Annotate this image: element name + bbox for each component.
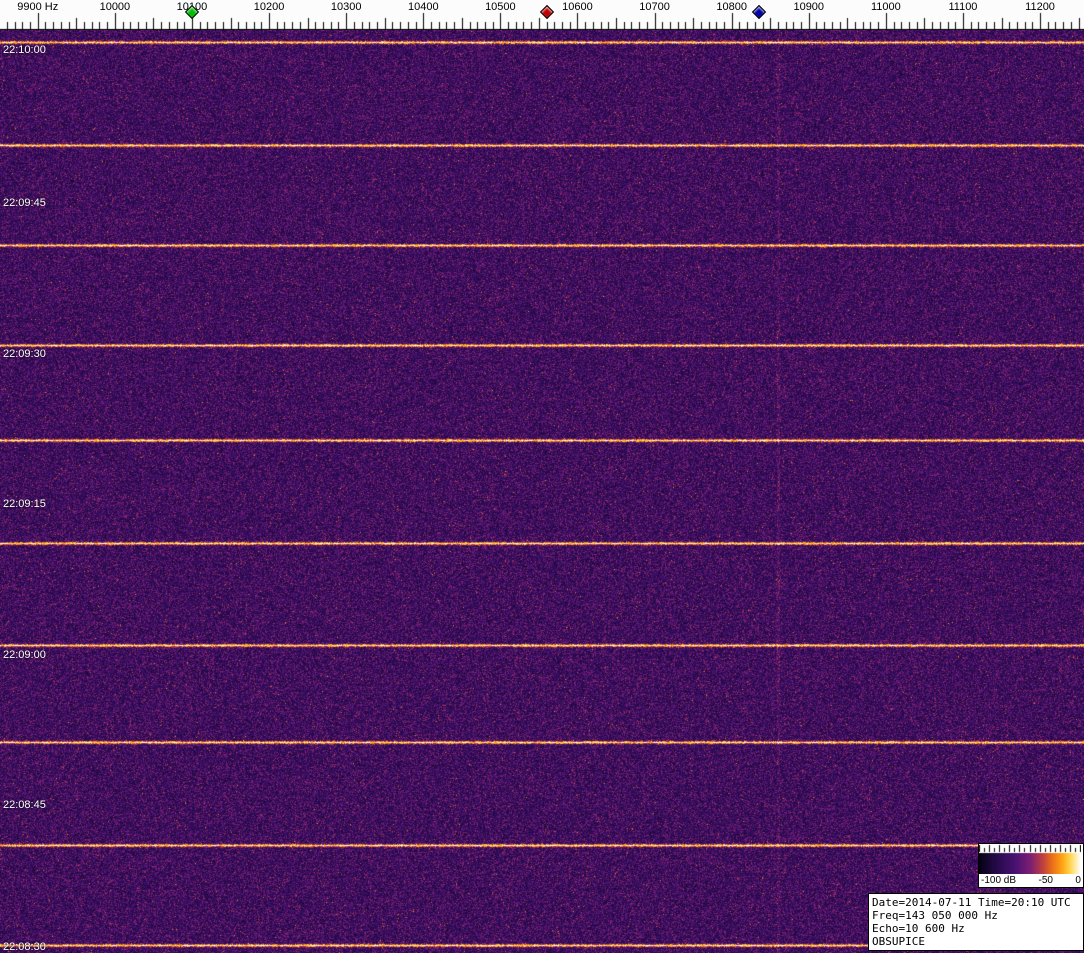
freq-tick-label: 10800	[716, 1, 747, 13]
info-box: Date=2014-07-11 Time=20:10 UTC Freq=143 …	[868, 893, 1084, 951]
colorbar-gradient-canvas	[979, 844, 1081, 874]
colorbar-max-label: 0	[1075, 875, 1081, 886]
time-tick-label: 22:09:45	[3, 197, 46, 209]
freq-tick-label: 11000	[871, 1, 901, 13]
info-station-line: OBSUPICE	[872, 935, 1080, 948]
time-tick-label: 22:10:00	[3, 44, 46, 56]
freq-tick-label: 10400	[408, 1, 439, 13]
amplitude-colorbar: -100 dB -50 0	[978, 843, 1084, 888]
time-tick-label: 22:08:30	[3, 941, 46, 953]
time-tick-label: 22:09:00	[3, 649, 46, 661]
freq-tick-label: 9900 Hz	[17, 1, 58, 13]
info-echo-line: Echo=10 600 Hz	[872, 922, 1080, 935]
spectrogram: 22:10:00 22:09:45 22:09:30 22:09:15 22:09:00…	[0, 30, 1084, 953]
freq-tick-label: 10600	[562, 1, 593, 13]
time-tick-label: 22:09:15	[3, 498, 46, 510]
freq-tick-label: 11100	[948, 1, 977, 13]
info-freq-line: Freq=143 050 000 Hz	[872, 909, 1080, 922]
freq-tick-label: 10700	[639, 1, 670, 13]
freq-tick-label: 10500	[485, 1, 516, 13]
colorbar-min-label: -100 dB	[981, 875, 1016, 886]
freq-tick-label: 10000	[100, 1, 131, 13]
info-date-line: Date=2014-07-11 Time=20:10 UTC	[872, 896, 1080, 909]
freq-tick-label: 10200	[254, 1, 285, 13]
freq-tick-label: 11200	[1025, 1, 1055, 13]
colorbar-mid-label: -50	[1039, 875, 1053, 886]
freq-tick-label: 10900	[793, 1, 824, 13]
spectrogram-canvas[interactable]	[0, 30, 1084, 953]
colorbar-labels: -100 dB -50 0	[979, 874, 1083, 887]
frequency-ruler[interactable]: 9900 Hz100001010010200103001040010500106…	[0, 0, 1084, 30]
time-tick-label: 22:09:30	[3, 348, 46, 360]
waterfall-screen: 9900 Hz100001010010200103001040010500106…	[0, 0, 1084, 953]
freq-tick-label: 10300	[331, 1, 362, 13]
time-tick-label: 22:08:45	[3, 799, 46, 811]
